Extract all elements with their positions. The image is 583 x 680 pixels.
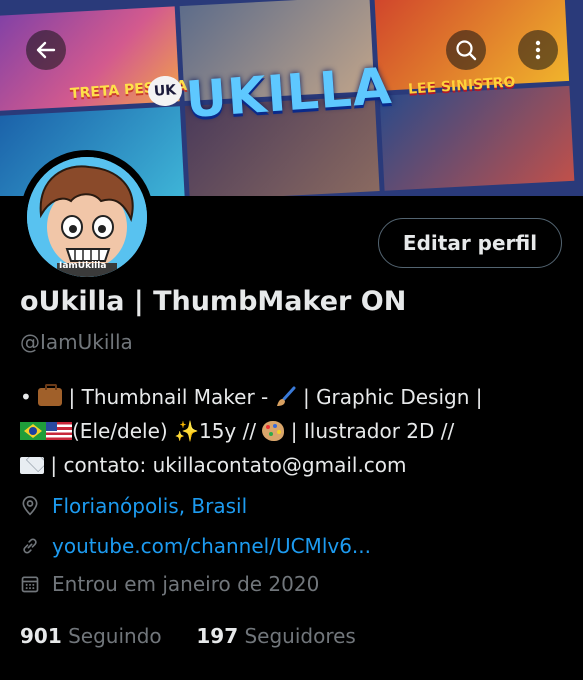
display-name: oUkilla | ThumbMaker ON [20,286,407,317]
palette-icon [262,421,285,441]
brazil-flag-icon [20,422,46,440]
link-icon [23,538,37,554]
envelope-icon [20,457,44,474]
bio-text: • [20,385,39,409]
bio-text: | contato: ukillacontato@gmail.com [44,453,407,477]
bio-text: | Thumbnail Maker - [62,385,275,409]
avatar-caption: IamUkilla [59,261,107,271]
following-link[interactable]: 901 Seguindo [20,624,162,648]
usa-flag-icon [46,422,72,440]
back-arrow-icon [36,41,56,59]
joined-row: Entrou em janeiro de 2020 [20,572,319,596]
username-handle: @IamUkilla [20,330,133,354]
followers-link[interactable]: 197 Seguidores [196,624,355,648]
briefcase-icon [38,384,63,406]
more-vertical-icon [535,40,541,60]
follow-stats: 901 Seguindo 197 Seguidores [20,624,356,648]
more-options-button[interactable] [518,30,558,70]
avatar[interactable]: IamUkilla [20,150,154,284]
following-count: 901 [20,624,62,648]
avatar-image: IamUkilla [27,157,147,277]
website-row[interactable]: youtube.com/channel/UCMlv6... [20,534,371,558]
search-icon [456,40,477,61]
paintbrush-icon [276,386,296,406]
location-row: Florianópolis, Brasil [20,494,247,518]
bio-line-1: • | Thumbnail Maker - | Graphic Design | [20,380,565,414]
location-text: Florianópolis, Brasil [52,494,248,518]
joined-text: Entrou em janeiro de 2020 [52,572,320,596]
bio-text: (Ele/dele) [72,419,175,443]
avatar-illustration [27,157,147,277]
following-label: Seguindo [68,624,162,648]
bio-text: 15y // [198,419,263,443]
bio-text: | Ilustrador 2D // [284,419,455,443]
profile-bio: • | Thumbnail Maker - | Graphic Design |… [20,380,565,482]
followers-count: 197 [196,624,239,648]
sparkles-icon: ✨ [174,419,199,443]
bio-line-3: | contato: ukillacontato@gmail.com [20,448,565,482]
banner-thumb [379,85,575,191]
bio-text: | Graphic Design | [296,385,483,409]
website-link[interactable]: youtube.com/channel/UCMlv6... [52,534,371,558]
location-pin-icon [22,496,38,516]
edit-profile-button[interactable]: Editar perfil [378,218,562,268]
calendar-icon [21,576,39,593]
search-button[interactable] [446,30,486,70]
followers-label: Seguidores [244,624,356,648]
back-button[interactable] [26,30,66,70]
bio-line-2: (Ele/dele) ✨15y // | Ilustrador 2D // [20,414,565,448]
